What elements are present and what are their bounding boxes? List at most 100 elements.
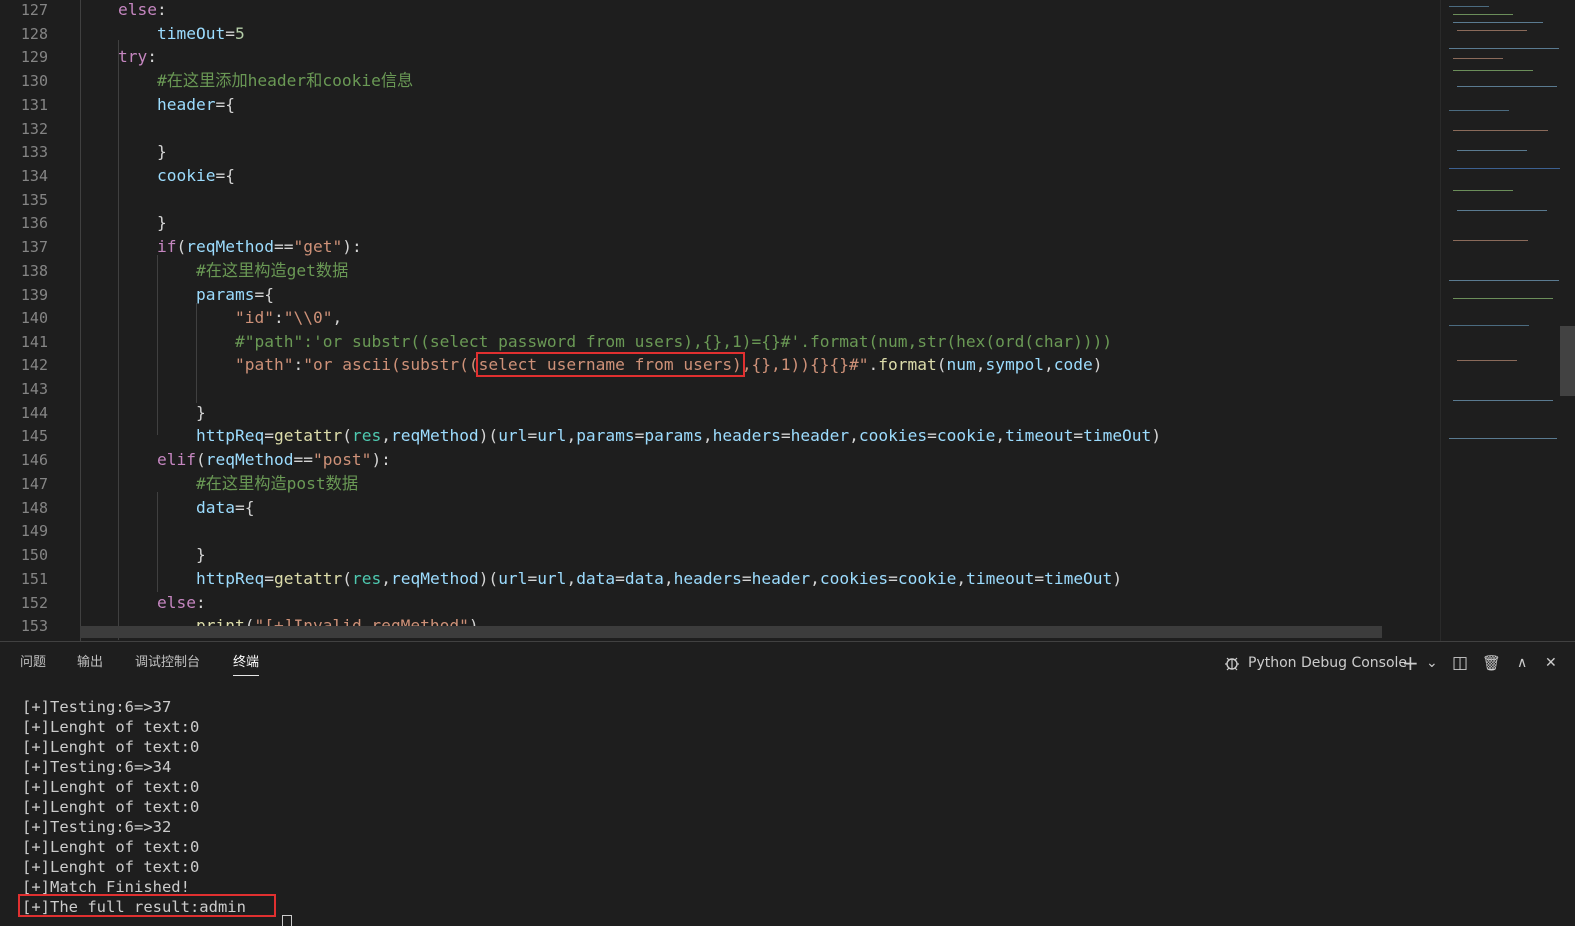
terminal-line: [+]Lenght of text:0 [22,718,200,736]
code-line-145: httpReq=getattr(res,reqMethod)(url=url,p… [196,426,1162,445]
line-number: 130 [20,72,48,90]
vertical-scrollbar-track[interactable] [1560,0,1575,641]
add-terminal-button[interactable]: + [1402,652,1419,674]
minimap-line [1453,22,1543,23]
code-line-141: #"path":'or substr((select password from… [235,332,1113,351]
line-number: 141 [20,333,48,351]
minimap-line [1449,438,1557,439]
code-line-140: "id":"\\0", [235,308,343,327]
tab-output[interactable]: 输出 [77,654,103,672]
minimap-line [1449,168,1561,169]
indent-guide [157,255,158,435]
terminal-line: [+]Testing:6=>34 [22,758,172,776]
minimap-line [1453,190,1513,191]
code-line-138: #在这里构造get数据 [196,261,349,280]
line-number: 147 [20,475,48,493]
line-number: 136 [20,214,48,232]
console-name: Python Debug Console [1248,655,1408,671]
minimap-line [1449,48,1559,49]
line-number: 152 [20,594,48,612]
code-line-144: } [196,403,206,422]
line-number: 144 [20,404,48,422]
line-number: 139 [20,286,48,304]
result-highlight-box [18,894,276,917]
minimap-line [1453,58,1503,59]
tab-terminal[interactable]: 终端 [233,654,260,676]
close-panel-button[interactable]: ✕ [1545,652,1557,674]
line-number: 153 [20,617,48,635]
code-line-136: } [157,213,167,232]
line-number: 127 [20,1,48,19]
terminal-line: [+]Lenght of text:0 [22,738,200,756]
line-number: 151 [20,570,48,588]
code-line-131: header={ [157,95,235,114]
minimap-line [1457,86,1557,87]
line-number: 149 [20,522,48,540]
minimap-line [1449,110,1509,111]
line-number: 150 [20,546,48,564]
code-line-129: try: [118,47,157,66]
line-number: 133 [20,143,48,161]
terminal-line: [+]Testing:6=>32 [22,818,172,836]
code-line-152: else: [157,593,206,612]
terminal-line: [+]Lenght of text:0 [22,858,200,876]
code-line-142: "path":"or ascii(substr((select username… [235,352,1103,377]
code-line-146: elif(reqMethod=="post"): [157,450,391,469]
code-line-130: #在这里添加header和cookie信息 [157,71,414,90]
code-text-area[interactable]: else: timeOut=5 try: #在这里添加header和cookie… [80,0,1440,641]
line-number: 140 [20,309,48,327]
line-number: 134 [20,167,48,185]
minimap-line [1457,150,1527,151]
code-line-139: params={ [196,285,274,304]
minimap-line [1449,280,1559,281]
line-number: 146 [20,451,48,469]
minimap-line [1457,360,1517,361]
minimap-line [1453,400,1553,401]
line-number: 137 [20,238,48,256]
minimap-line [1453,14,1513,15]
split-terminal-button[interactable]: ◫ [1452,652,1468,674]
line-number: 145 [20,427,48,445]
minimap-line [1457,210,1547,211]
line-number: 143 [20,380,48,398]
line-number: 129 [20,48,48,66]
line-number: 128 [20,25,48,43]
highlighted-sql-selection: select username from users) [475,352,745,377]
code-line-134: cookie={ [157,166,235,185]
indent-guide [118,40,119,640]
indent-guide [80,0,81,641]
code-line-147: #在这里构造post数据 [196,474,359,493]
vertical-scrollbar-thumb[interactable] [1560,326,1575,396]
code-line-128: timeOut=5 [157,24,245,43]
bug-icon [1225,657,1239,671]
chevron-down-icon[interactable]: ⌄ [1426,652,1438,674]
trash-icon[interactable]: 🗑 [1482,652,1501,674]
line-number: 148 [20,499,48,517]
code-line-137: if(reqMethod=="get"): [157,237,362,256]
code-line-127: else: [118,0,167,19]
line-number: 138 [20,262,48,280]
terminal-line: [+]Lenght of text:0 [22,838,200,856]
tab-problems[interactable]: 问题 [20,654,46,672]
horizontal-scrollbar[interactable] [80,626,1382,638]
maximize-panel-button[interactable]: ∧ [1517,652,1527,674]
line-number: 132 [20,120,48,138]
minimap-line [1449,6,1489,7]
minimap[interactable] [1440,0,1561,641]
terminal-line: [+]Testing:6=>37 [22,698,172,716]
line-number-gutter: 127 128 129 130 131 132 133 134 135 136 … [0,0,62,641]
bottom-panel: 问题 输出 调试控制台 终端 Python Debug Console + ⌄ … [0,641,1575,926]
line-number: 131 [20,96,48,114]
minimap-line [1453,240,1528,241]
debug-console-selector[interactable]: Python Debug Console [1222,652,1407,674]
code-line-150: } [196,545,206,564]
indent-guide [196,303,197,403]
terminal-cursor [282,915,292,926]
line-number: 135 [20,191,48,209]
minimap-line [1453,130,1548,131]
tab-debug-console[interactable]: 调试控制台 [135,654,200,672]
terminal-line: [+]Lenght of text:0 [22,798,200,816]
code-editor[interactable]: 127 128 129 130 131 132 133 134 135 136 … [0,0,1575,641]
minimap-line [1453,70,1533,71]
minimap-line [1453,298,1553,299]
